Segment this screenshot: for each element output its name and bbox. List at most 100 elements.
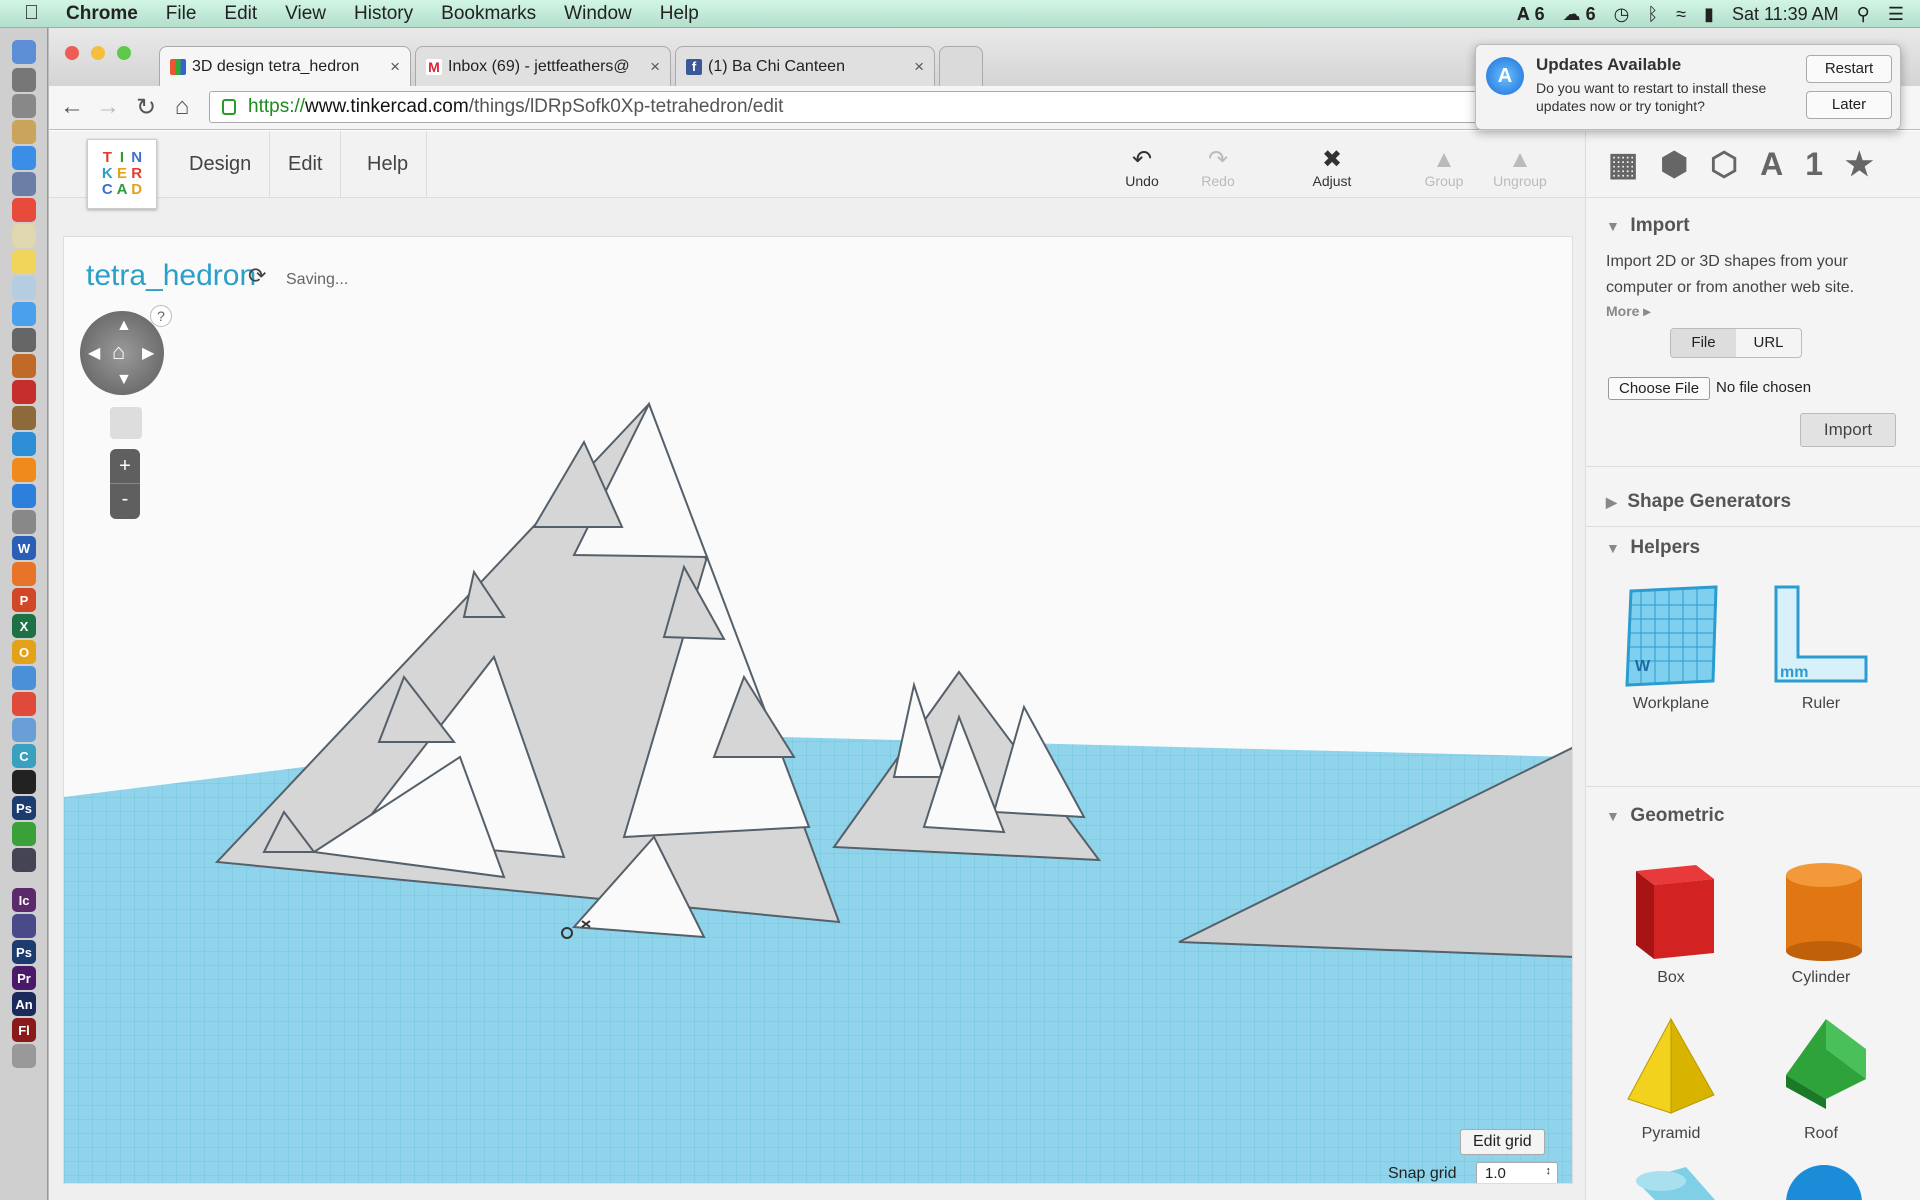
edit-grid-button[interactable]: Edit grid [1460,1129,1545,1155]
ibooks-icon[interactable] [12,458,36,482]
facetime-icon[interactable] [12,328,36,352]
url-toggle[interactable]: URL [1736,329,1801,357]
time-machine-icon[interactable]: ◷ [1614,4,1630,25]
zoom-window-button[interactable] [117,46,131,60]
utorrent-icon[interactable] [12,822,36,846]
iphoto-icon[interactable] [12,406,36,430]
itunes-icon[interactable] [12,432,36,456]
helpers-header[interactable]: ▼ Helpers [1606,537,1700,559]
star-icon[interactable]: ★ [1845,145,1874,183]
geometric-header[interactable]: ▼ Geometric [1606,805,1724,827]
bluetooth-icon[interactable]: ᛒ [1647,4,1658,25]
animate-icon[interactable]: An [12,992,36,1016]
new-tab-button[interactable] [939,46,983,86]
menu-bookmarks[interactable]: Bookmarks [441,3,536,25]
design-title[interactable]: tetra_hedron [86,259,256,293]
number-one-icon[interactable]: 1 [1805,146,1823,183]
photoshop-doc-icon[interactable]: Ps [12,940,36,964]
letter-a-icon[interactable]: A [1760,146,1783,183]
orbit-down-icon[interactable]: ▼ [116,371,132,389]
back-icon[interactable]: ← [57,92,87,122]
outlook-icon[interactable]: O [12,640,36,664]
clock[interactable]: Sat 11:39 AM [1732,4,1839,25]
tube-shape-partial[interactable] [1606,1161,1736,1200]
wireframe-box-icon[interactable]: ⬡ [1710,145,1738,183]
menu-file[interactable]: File [166,3,197,25]
close-tab-icon[interactable]: × [914,57,924,77]
wifi-icon[interactable]: ≈ [1676,4,1686,25]
menu-help[interactable]: Help [349,131,428,198]
fit-view-cube-icon[interactable] [110,407,142,439]
spotlight-search-icon[interactable]: ⚲ [1857,4,1870,25]
menu-help[interactable]: Help [660,3,699,25]
sierpinski-tetrahedron-large[interactable] [214,401,841,939]
menu-design[interactable]: Design [171,131,271,198]
system-preferences-icon[interactable] [12,510,36,534]
zoom-out-button[interactable]: - [110,483,140,517]
preview-icon[interactable] [12,276,36,300]
premiere-icon[interactable]: Pr [12,966,36,990]
view-help-button[interactable]: ? [150,305,172,327]
inkscape-icon[interactable] [12,770,36,794]
cylinder-shape[interactable]: Cylinder [1756,849,1886,987]
trash-icon[interactable] [12,1044,36,1068]
launchpad-icon[interactable] [12,68,36,92]
pyramid-shape[interactable]: Pyramid [1606,1009,1736,1143]
workplane-grid-icon[interactable]: ▦ [1608,145,1638,183]
sphere-shape-partial[interactable] [1756,1161,1886,1200]
menu-edit[interactable]: Edit [224,3,257,25]
app-c-icon[interactable]: C [12,744,36,768]
zoom-in-button[interactable]: + [110,449,140,483]
garageband-icon[interactable] [12,354,36,378]
shape-generators-header[interactable]: ▶ Shape Generators [1606,491,1791,513]
snap-grid-select[interactable]: 1.0 ↕ [1476,1162,1558,1183]
photoshop-icon[interactable]: Ps [12,796,36,820]
choose-file-button[interactable]: Choose File [1608,377,1711,400]
menu-window[interactable]: Window [564,3,632,25]
file-toggle[interactable]: File [1671,329,1736,357]
workplane-helper[interactable]: W Workplane [1606,581,1736,713]
word-icon[interactable]: W [12,536,36,560]
contacts-icon[interactable] [12,120,36,144]
workplane-viewport[interactable]: tetra_hedron ⟳ Saving... ▲ ▼ ◀ ▶ ⌂ ? + -… [63,236,1573,1184]
home-icon[interactable]: ⌂ [167,92,197,122]
redo-button[interactable]: ↷ Redo [1183,147,1253,190]
chrome-icon[interactable] [12,692,36,716]
orbit-left-icon[interactable]: ◀ [88,343,100,363]
app-m-icon[interactable] [12,848,36,872]
tinkercad-logo[interactable]: T I N K E R C A D [87,139,157,209]
tab-tinkercad[interactable]: 3D design tetra_hedron × [159,46,411,87]
close-tab-icon[interactable]: × [390,57,400,77]
menu-edit[interactable]: Edit [270,131,342,198]
tab-facebook[interactable]: f (1) Ba Chi Canteen × [675,46,935,86]
forward-icon[interactable]: → [93,92,123,122]
creative-cloud-icon[interactable]: ☁ 6 [1563,4,1596,25]
minimize-window-button[interactable] [91,46,105,60]
adobe-status-icon[interactable]: 𝐀 6 [1517,4,1545,25]
reload-icon[interactable]: ↻ [131,92,161,122]
import-section-header[interactable]: ▼ Import [1606,215,1690,237]
address-bar[interactable]: https:// www.tinkercad.com /things/lDRpS… [209,91,1529,123]
photobooth-icon[interactable] [12,380,36,404]
finder-2-icon[interactable] [12,666,36,690]
notification-center-icon[interactable]: ☰ [1888,4,1904,25]
battery-icon[interactable]: ▮ [1704,4,1714,25]
calendar-icon[interactable] [12,198,36,222]
adjust-button[interactable]: ✖ Adjust [1297,147,1367,190]
mail-icon[interactable] [12,172,36,196]
app-store-icon[interactable] [12,484,36,508]
illustrator-doc-icon[interactable] [12,914,36,938]
firefox-icon[interactable] [12,562,36,586]
menu-history[interactable]: History [354,3,413,25]
network-icon[interactable] [12,718,36,742]
box-shape[interactable]: Box [1606,849,1736,987]
ungroup-button[interactable]: ▲ Ungroup [1485,147,1555,190]
excel-icon[interactable]: X [12,614,36,638]
safari-icon[interactable] [12,146,36,170]
undo-button[interactable]: ↶ Undo [1107,147,1177,190]
ruler-helper[interactable]: mm Ruler [1756,581,1886,713]
powerpoint-icon[interactable]: P [12,588,36,612]
apple-menu-icon[interactable]:  [24,2,52,25]
later-button[interactable]: Later [1806,91,1892,119]
import-button[interactable]: Import [1800,413,1896,447]
